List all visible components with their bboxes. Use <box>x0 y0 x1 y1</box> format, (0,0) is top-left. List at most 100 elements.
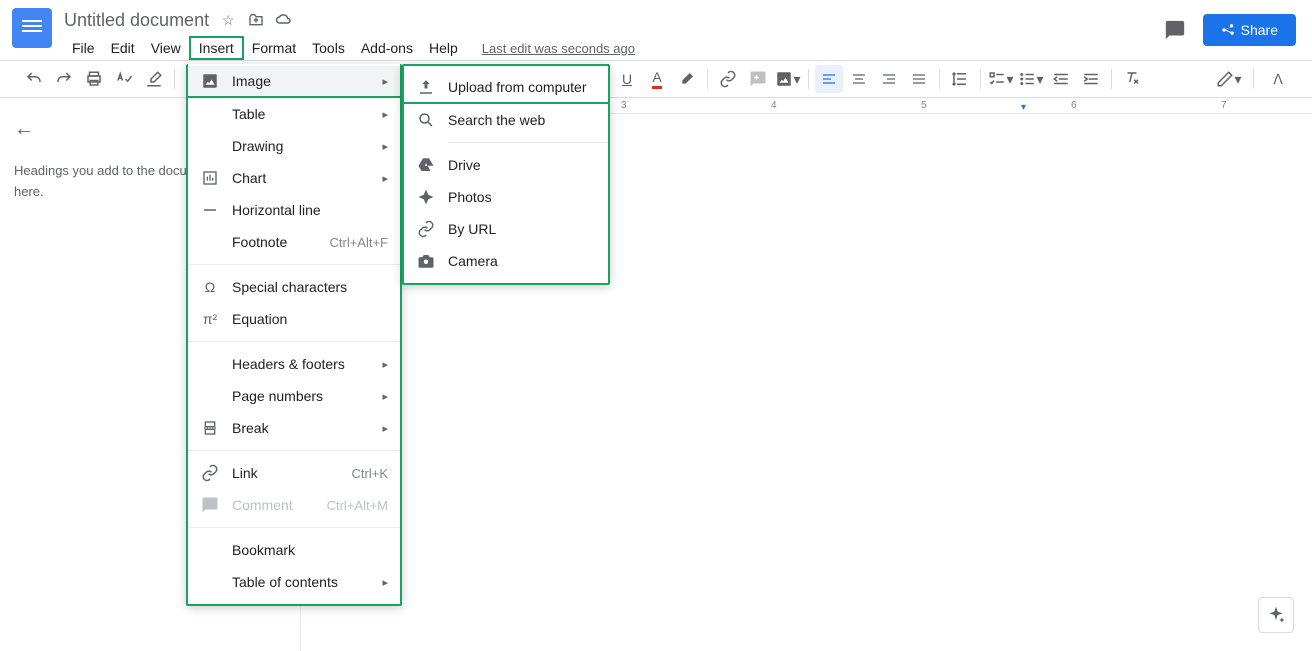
share-button-label: Share <box>1241 22 1278 38</box>
image-by-url-item[interactable]: By URL <box>404 213 608 245</box>
underline-icon[interactable]: U <box>613 65 641 93</box>
drive-icon <box>416 155 436 175</box>
image-upload-item[interactable]: Upload from computer <box>404 72 608 104</box>
insert-chart-item[interactable]: Chart ▸ <box>188 162 400 194</box>
menu-label: Horizontal line <box>232 202 388 218</box>
ruler-tick: 3 <box>621 100 627 111</box>
submenu-arrow-icon: ▸ <box>382 390 388 403</box>
docs-app-icon[interactable] <box>12 8 52 48</box>
menu-file[interactable]: File <box>64 38 103 58</box>
toolbar-separator <box>174 69 175 89</box>
line-spacing-icon[interactable] <box>946 65 974 93</box>
menu-format[interactable]: Format <box>244 38 304 58</box>
insert-headers-footers-item[interactable]: Headers & footers ▸ <box>188 348 400 380</box>
insert-menu-dropdown: Image ▸ Table ▸ Drawing ▸ Chart ▸ Horizo… <box>186 64 402 606</box>
insert-toc-item[interactable]: Table of contents ▸ <box>188 566 400 598</box>
link-icon <box>416 219 436 239</box>
insert-link-icon[interactable] <box>714 65 742 93</box>
menu-label: Comment <box>232 497 327 513</box>
menu-label: Drive <box>448 157 596 173</box>
menu-shortcut: Ctrl+K <box>352 466 388 481</box>
link-icon <box>200 463 220 483</box>
toolbar-separator <box>1111 69 1112 89</box>
menu-label: Drawing <box>232 138 382 154</box>
image-drive-item[interactable]: Drive <box>404 149 608 181</box>
right-indent-marker-icon[interactable]: ▾ <box>1021 102 1026 113</box>
insert-footnote-item[interactable]: Footnote Ctrl+Alt+F <box>188 226 400 258</box>
insert-link-item[interactable]: Link Ctrl+K <box>188 457 400 489</box>
align-left-icon[interactable] <box>815 65 843 93</box>
insert-break-item[interactable]: Break ▸ <box>188 412 400 444</box>
menu-label: Page numbers <box>232 388 382 404</box>
cloud-status-icon[interactable] <box>275 11 293 29</box>
explore-button[interactable] <box>1258 597 1294 633</box>
photos-icon <box>416 187 436 207</box>
menubar: File Edit View Insert Format Tools Add-o… <box>64 36 1300 60</box>
undo-icon[interactable] <box>20 65 48 93</box>
blank-icon <box>200 572 220 592</box>
decrease-indent-icon[interactable] <box>1047 65 1075 93</box>
align-justify-icon[interactable] <box>905 65 933 93</box>
highlight-color-icon[interactable] <box>673 65 701 93</box>
text-color-icon[interactable]: A <box>643 65 671 93</box>
omega-icon: Ω <box>200 277 220 297</box>
redo-icon[interactable] <box>50 65 78 93</box>
insert-image-icon[interactable]: ▾ <box>774 65 802 93</box>
menu-label: Link <box>232 465 352 481</box>
last-edit-link[interactable]: Last edit was seconds ago <box>482 41 635 56</box>
insert-hline-item[interactable]: Horizontal line <box>188 194 400 226</box>
camera-icon <box>416 251 436 271</box>
move-icon[interactable] <box>247 11 265 29</box>
menu-view[interactable]: View <box>143 38 189 58</box>
insert-table-item[interactable]: Table ▸ <box>188 98 400 130</box>
menu-label: Upload from computer <box>448 79 596 95</box>
bulleted-list-icon[interactable]: ▾ <box>1017 65 1045 93</box>
submenu-arrow-icon: ▸ <box>382 422 388 435</box>
image-camera-item[interactable]: Camera <box>404 245 608 277</box>
insert-image-item[interactable]: Image ▸ <box>188 66 400 98</box>
submenu-arrow-icon: ▸ <box>382 358 388 371</box>
print-icon[interactable] <box>80 65 108 93</box>
blank-icon <box>200 232 220 252</box>
upload-icon <box>416 77 436 97</box>
clear-formatting-icon[interactable] <box>1118 65 1146 93</box>
align-right-icon[interactable] <box>875 65 903 93</box>
add-comment-icon <box>200 495 220 515</box>
checklist-icon[interactable]: ▾ <box>987 65 1015 93</box>
insert-drawing-item[interactable]: Drawing ▸ <box>188 130 400 162</box>
close-outline-icon[interactable]: ← <box>14 118 38 141</box>
ruler-tick: 7 <box>1221 100 1227 111</box>
image-photos-item[interactable]: Photos <box>404 181 608 213</box>
insert-page-numbers-item[interactable]: Page numbers ▸ <box>188 380 400 412</box>
insert-bookmark-item[interactable]: Bookmark <box>188 534 400 566</box>
insert-special-chars-item[interactable]: Ω Special characters <box>188 271 400 303</box>
menu-addons[interactable]: Add-ons <box>353 38 421 58</box>
menu-label: Bookmark <box>232 542 388 558</box>
ruler-tick: 6 <box>1071 100 1077 111</box>
share-button[interactable]: Share <box>1203 14 1296 46</box>
spellcheck-icon[interactable] <box>110 65 138 93</box>
ruler-tick: 4 <box>771 100 777 111</box>
insert-equation-item[interactable]: π² Equation <box>188 303 400 335</box>
submenu-arrow-icon: ▸ <box>382 576 388 589</box>
menu-insert[interactable]: Insert <box>189 36 244 60</box>
increase-indent-icon[interactable] <box>1077 65 1105 93</box>
star-icon[interactable]: ☆ <box>219 11 237 29</box>
image-search-web-item[interactable]: Search the web <box>404 104 608 136</box>
document-title[interactable]: Untitled document <box>64 10 209 31</box>
collapse-toolbar-icon[interactable]: ᐱ <box>1264 65 1292 93</box>
menu-separator <box>448 142 608 143</box>
menu-tools[interactable]: Tools <box>304 38 353 58</box>
toolbar-separator <box>1253 69 1254 89</box>
align-center-icon[interactable] <box>845 65 873 93</box>
menu-edit[interactable]: Edit <box>103 38 143 58</box>
add-comment-icon[interactable] <box>744 65 772 93</box>
editing-mode-icon[interactable]: ▾ <box>1215 65 1243 93</box>
paint-format-icon[interactable] <box>140 65 168 93</box>
menu-label: Special characters <box>232 279 388 295</box>
open-comments-icon[interactable] <box>1161 16 1189 44</box>
submenu-arrow-icon: ▸ <box>382 108 388 121</box>
menu-shortcut: Ctrl+Alt+M <box>327 498 388 513</box>
menu-help[interactable]: Help <box>421 38 466 58</box>
image-icon <box>200 71 220 91</box>
